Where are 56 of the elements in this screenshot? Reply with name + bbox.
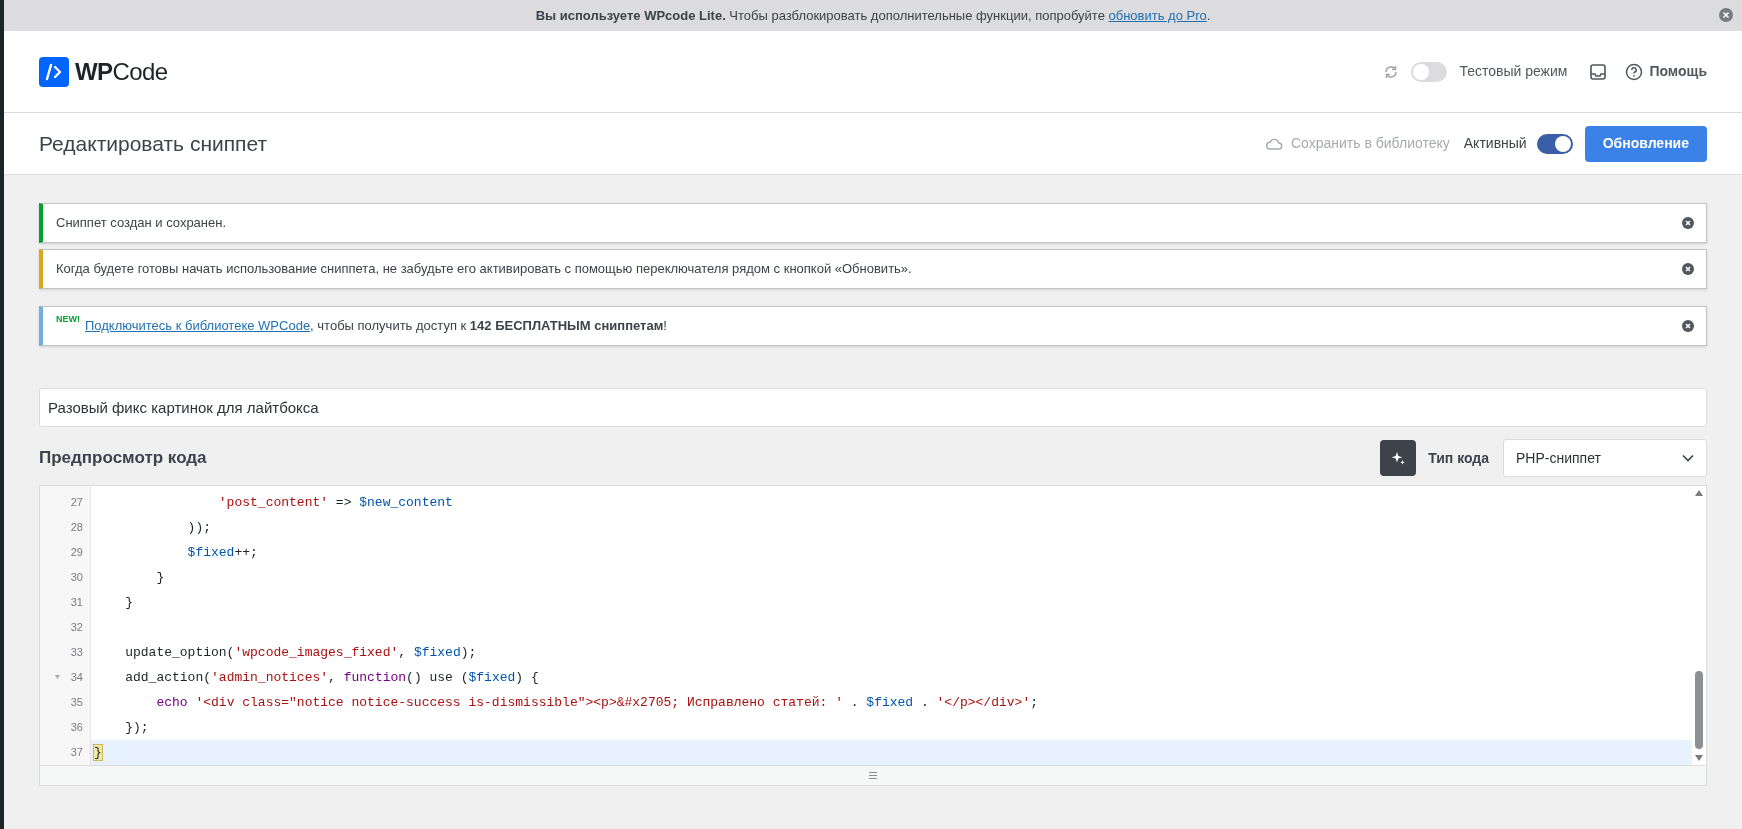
cloud-icon [1264, 136, 1283, 151]
resize-handle[interactable] [40, 765, 1706, 785]
help-button[interactable]: Помощь [1625, 61, 1707, 82]
code-line: 'post_content' => $new_content [217, 493, 454, 512]
notice-text: Когда будете готовы начать использование сниппета, не забудьте его активировать с помощью переключателя рядом с кнопкой «Обновить». [56, 260, 913, 279]
code-line: update_option('wpcode_images_fixed', $fixed); [124, 643, 478, 662]
help-icon [1625, 62, 1644, 81]
line-number: 29 [70, 545, 83, 561]
code-line: }); [124, 718, 150, 737]
scroll-up-icon[interactable] [1695, 490, 1703, 496]
grip-icon [869, 772, 877, 779]
refresh-icon[interactable] [1383, 63, 1400, 80]
code-line: $fixed++; [186, 543, 259, 562]
testing-mode-label: Тестовый режим [1459, 62, 1568, 81]
line-number: 36 [70, 720, 83, 736]
scrollbar-thumb[interactable] [1695, 671, 1703, 749]
active-toggle[interactable] [1536, 133, 1573, 154]
dismiss-icon[interactable] [1682, 263, 1694, 275]
close-icon[interactable] [1719, 8, 1733, 22]
line-number: 32 [70, 620, 83, 636]
chevron-down-icon [1682, 454, 1694, 462]
code-type-value: PHP-сниппет [1516, 448, 1602, 468]
code-preview-heading: Предпросмотр кода [39, 447, 207, 470]
upgrade-link[interactable]: обновить до Pro [1108, 7, 1207, 23]
active-label: Активный [1463, 134, 1527, 153]
page-title: Редактировать сниппет [39, 130, 268, 157]
code-line: )); [186, 518, 213, 537]
ai-button[interactable] [1380, 440, 1417, 476]
logo-text: WPCode [75, 56, 168, 87]
line-number: 31 [70, 595, 83, 611]
dismiss-icon[interactable] [1682, 320, 1694, 332]
line-number: 34 [70, 670, 83, 686]
upgrade-message: Вы используете WPcode Lite. Чтобы разблокировать дополнительные функции, попробуйте обновить до Pro. [535, 6, 1211, 25]
fold-arrow-icon[interactable] [55, 675, 60, 679]
code-line: echo '<div class="notice notice-success is-dismissible"><p>&#x2705; Исправлено статей: ' . $fixed . '</p></div>'; [155, 693, 1039, 712]
scroll-down-icon[interactable] [1695, 755, 1703, 761]
logo-icon [39, 56, 69, 87]
inbox-icon[interactable] [1589, 62, 1608, 81]
dismiss-icon[interactable] [1682, 217, 1694, 229]
line-number: 27 [70, 495, 83, 511]
testing-mode-toggle[interactable] [1411, 61, 1448, 82]
line-number: 37 [70, 745, 83, 761]
code-line: } [124, 593, 134, 612]
line-number: 30 [70, 570, 83, 586]
line-number: 33 [70, 645, 83, 661]
notice-text: Сниппет создан и сохранен. [56, 214, 228, 233]
notice-text: Подключитесь к библиотеке WPCode, чтобы получить доступ к 142 БЕСПЛАТНЫМ сниппетам! [85, 317, 668, 336]
update-button[interactable]: Обновление [1584, 125, 1707, 162]
snippet-title-field[interactable]: Разовый фикс картинок для лайтбокса [39, 388, 1707, 427]
code-line: add_action('admin_notices', function() use ($fixed) { [124, 668, 540, 687]
new-label: NEW! [56, 314, 80, 324]
code-type-select[interactable]: PHP-сниппет [1503, 439, 1707, 477]
code-type-label: Тип кода [1428, 448, 1489, 468]
line-number: 28 [70, 520, 83, 536]
code-line: } [155, 568, 166, 587]
line-number: 35 [70, 695, 83, 711]
